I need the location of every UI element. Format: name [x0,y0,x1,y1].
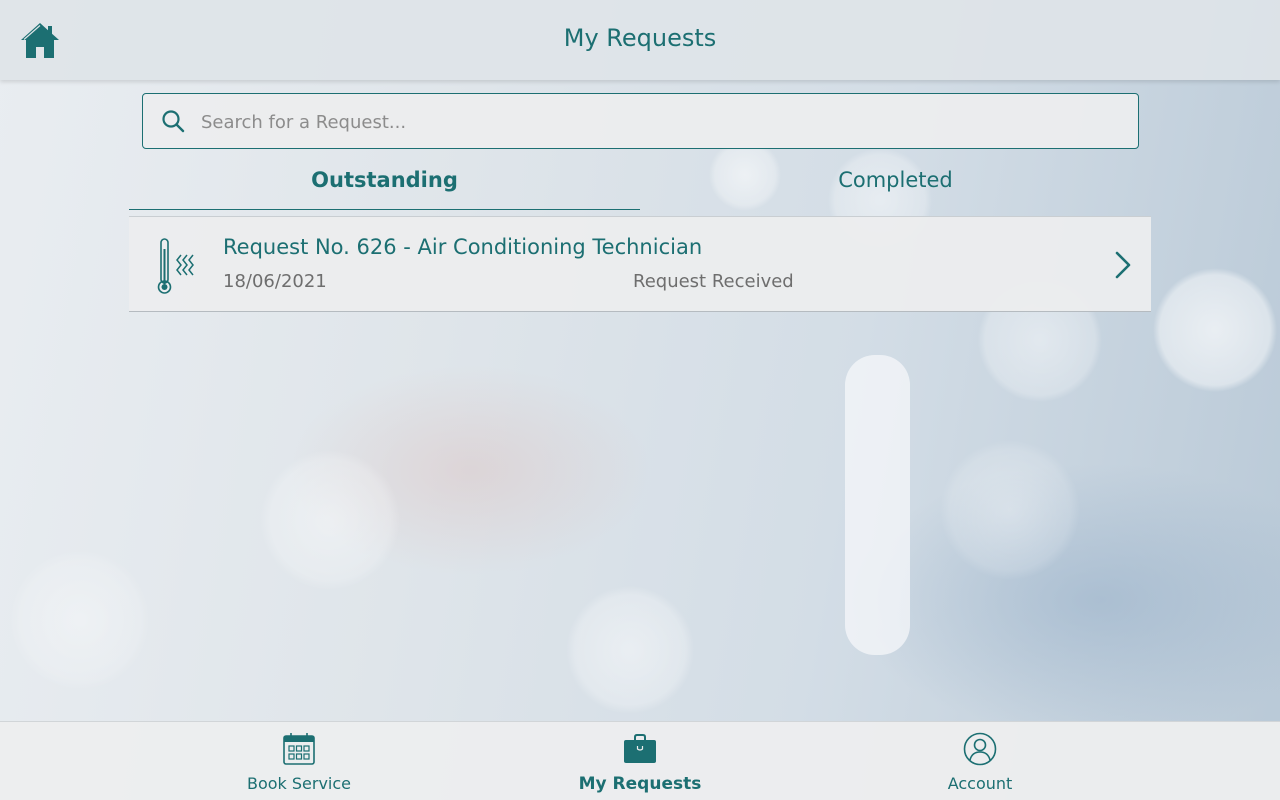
calendar-icon [283,733,315,765]
nav-label-account: Account [947,774,1013,793]
nav-book-service[interactable]: Book Service [199,722,399,800]
briefcase-icon [624,734,656,763]
nav-label-book-service: Book Service [246,774,352,793]
tab-completed[interactable]: Completed [640,160,1151,209]
top-bar: My Requests [0,0,1280,80]
request-status: Request Received [633,271,794,292]
chevron-right-icon [1115,251,1131,279]
nav-account[interactable]: Account [880,722,1080,800]
request-title: Request No. 626 - Air Conditioning Techn… [223,235,703,259]
search-input[interactable] [199,104,1123,140]
page-title: My Requests [563,24,717,52]
thermometer-icon [157,238,194,294]
request-tabs: Outstanding Completed [129,160,1151,210]
background-highlight [845,355,910,655]
user-icon [963,732,997,766]
request-list-item[interactable]: Request No. 626 - Air Conditioning Techn… [129,216,1151,312]
search-bar[interactable] [142,93,1139,149]
search-icon [162,110,185,133]
tab-outstanding[interactable]: Outstanding [129,160,640,210]
request-date: 18/06/2021 [223,271,327,292]
bottom-navigation: Book Service My Requests Account [0,721,1280,800]
nav-label-my-requests: My Requests [578,774,702,794]
nav-my-requests[interactable]: My Requests [540,722,740,800]
